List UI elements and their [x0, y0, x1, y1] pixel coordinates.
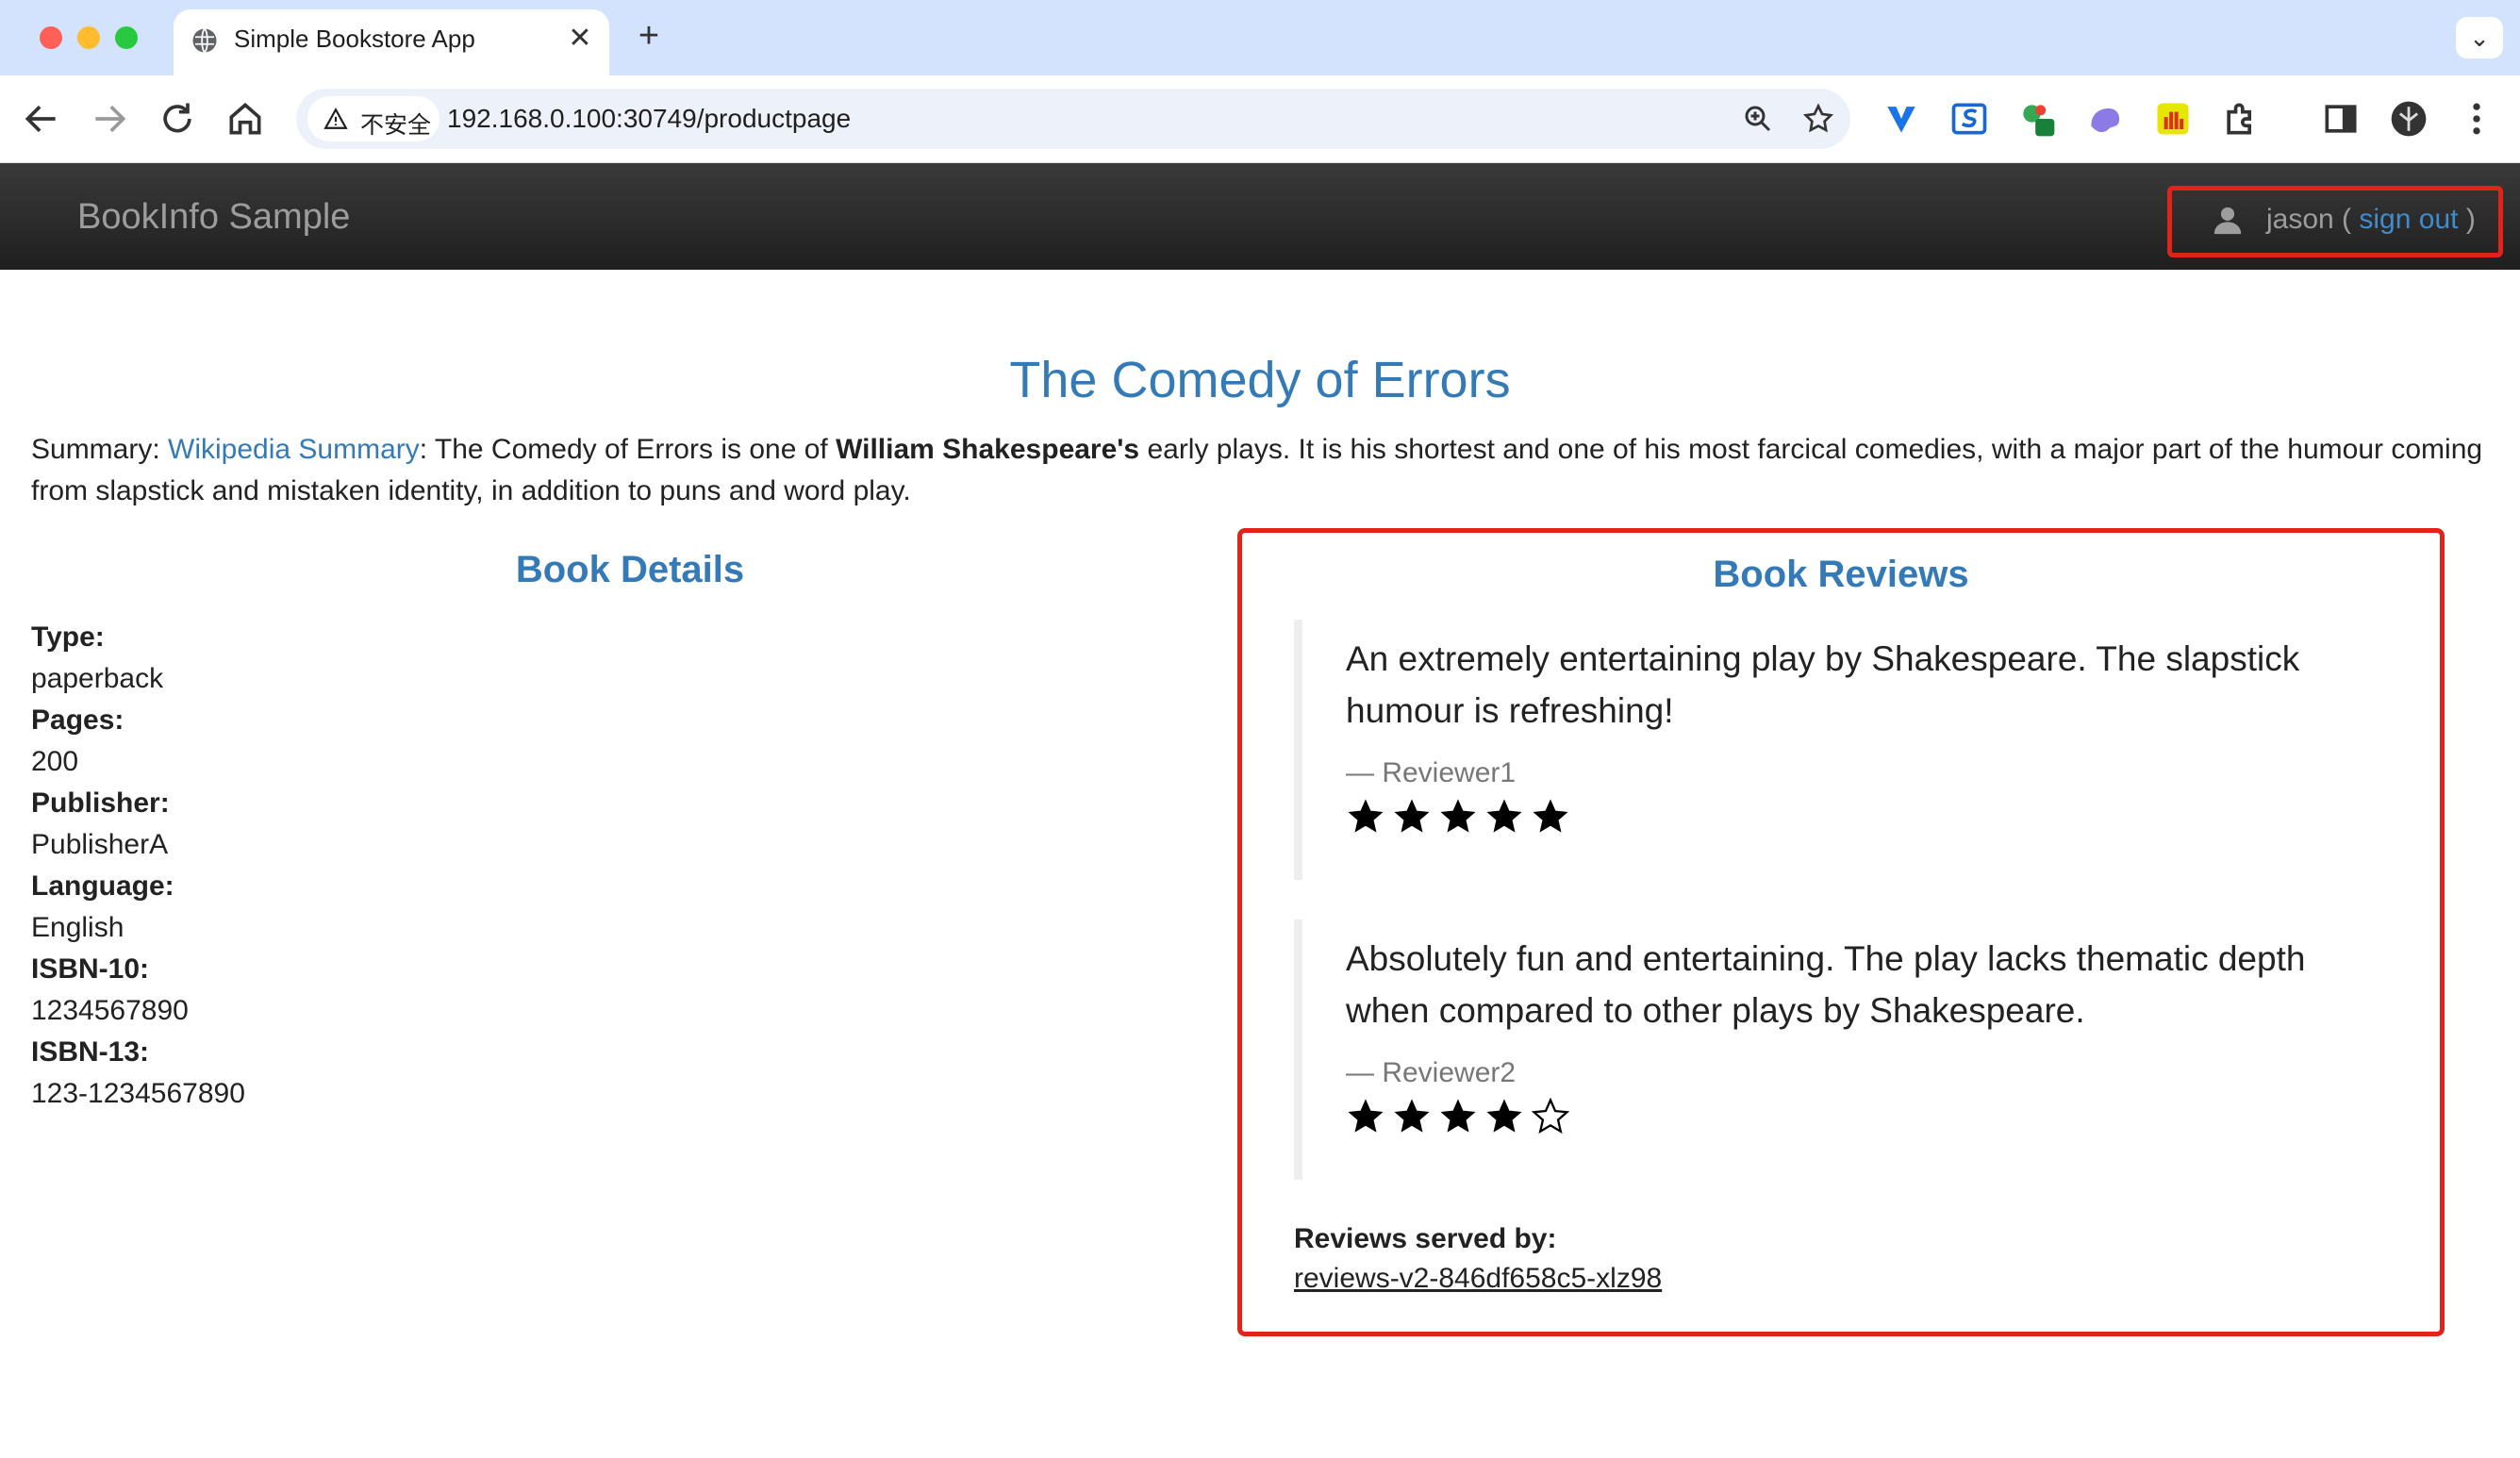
reviewer-name: — Reviewer2	[1346, 1057, 1517, 1088]
page-navbar: BookInfo Sample jason ( sign out )	[0, 163, 2520, 270]
book-details-list: Type: paperback Pages: 200 Publisher: Pu…	[31, 617, 245, 1115]
detail-label-publisher: Publisher:	[31, 787, 170, 819]
url-text[interactable]: 192.168.0.100:30749/productpage	[447, 104, 851, 134]
extension-s-icon[interactable]	[1948, 98, 1990, 140]
book-reviews-panel: Book Reviews An extremely entertaining p…	[1237, 528, 2445, 1336]
profile-avatar-icon[interactable]	[2388, 98, 2429, 140]
star-rating	[1346, 797, 2397, 842]
back-arrow-icon[interactable]	[21, 98, 62, 140]
book-summary: Summary: Wikipedia Summary: The Comedy o…	[31, 429, 2493, 512]
user-name: jason (	[2266, 204, 2352, 235]
extension-colorful-icon[interactable]	[2016, 98, 2058, 140]
tab-close-icon[interactable]: ✕	[564, 23, 596, 55]
extensions-puzzle-icon[interactable]	[2220, 98, 2262, 140]
star-rating	[1346, 1097, 2397, 1142]
detail-value-pages: 200	[31, 746, 79, 777]
review-item: An extremely entertaining play by Shakes…	[1294, 620, 2397, 880]
served-by-label: Reviews served by:	[1294, 1223, 1557, 1254]
browser-chrome: Simple Bookstore App ✕ + ⌄ 不安全 192.168.0…	[0, 0, 2520, 163]
detail-value-language: English	[31, 912, 124, 943]
bookmark-star-icon[interactable]	[1801, 102, 1835, 136]
detail-value-type: paperback	[31, 663, 164, 694]
user-session-box: jason ( sign out )	[2167, 186, 2503, 257]
user-info-close-paren: )	[2465, 204, 2476, 235]
tab-strip: Simple Bookstore App ✕ + ⌄	[0, 0, 2520, 75]
star-filled-icon	[1486, 1099, 1522, 1133]
review-text: Absolutely fun and entertaining. The pla…	[1346, 939, 2306, 1030]
user-info: jason ( sign out )	[2266, 204, 2476, 236]
sign-out-link[interactable]: sign out	[2359, 204, 2458, 235]
star-filled-icon	[1440, 799, 1476, 833]
reload-icon[interactable]	[157, 98, 198, 140]
star-filled-icon	[1394, 799, 1430, 833]
detail-label-type: Type:	[31, 621, 105, 653]
served-by-pod: reviews-v2-846df658c5-xlz98	[1294, 1263, 1663, 1294]
star-filled-icon	[1348, 799, 1384, 833]
summary-author: William Shakespeare's	[836, 434, 1140, 465]
extension-hand-icon[interactable]	[2152, 98, 2194, 140]
book-reviews-heading: Book Reviews	[1713, 554, 1969, 595]
globe-icon	[192, 27, 217, 54]
tab-simple-bookstore[interactable]: Simple Bookstore App ✕	[174, 9, 609, 75]
extension-ghost-icon[interactable]	[2084, 98, 2126, 140]
detail-label-isbn13: ISBN-13:	[31, 1036, 150, 1068]
review-item: Absolutely fun and entertaining. The pla…	[1294, 920, 2397, 1180]
warning-triangle-icon	[323, 108, 348, 129]
tab-title: Simple Bookstore App	[234, 25, 475, 53]
star-filled-icon	[1394, 1099, 1430, 1133]
review-text: An extremely entertaining play by Shakes…	[1346, 639, 2300, 730]
detail-value-isbn10: 1234567890	[31, 995, 189, 1026]
star-filled-icon	[1533, 799, 1568, 833]
page-title: The Comedy of Errors	[1009, 352, 1511, 408]
detail-label-pages: Pages:	[31, 704, 124, 736]
close-window-button[interactable]	[40, 26, 62, 49]
user-icon	[2213, 207, 2242, 235]
reviewer-name: — Reviewer1	[1346, 757, 1517, 788]
detail-value-isbn13: 123-1234567890	[31, 1078, 245, 1109]
star-empty-icon	[1531, 1097, 1570, 1135]
star-filled-icon	[1486, 799, 1522, 833]
brand-title[interactable]: BookInfo Sample	[77, 197, 350, 238]
browser-menu-icon[interactable]	[2456, 98, 2497, 140]
minimize-window-button[interactable]	[77, 26, 100, 49]
security-chip[interactable]: 不安全	[307, 96, 439, 141]
security-label: 不安全	[360, 111, 432, 139]
summary-label: Summary:	[31, 434, 169, 465]
book-details-heading: Book Details	[515, 549, 745, 590]
detail-label-language: Language:	[31, 870, 174, 902]
star-filled-icon	[1440, 1099, 1476, 1133]
detail-label-isbn10: ISBN-10:	[31, 953, 150, 985]
tab-search-chevron-icon[interactable]: ⌄	[2456, 17, 2503, 58]
side-panel-icon[interactable]	[2320, 98, 2362, 140]
browser-toolbar: 不安全 192.168.0.100:30749/productpage	[0, 75, 2520, 163]
detail-value-publisher: PublisherA	[31, 829, 169, 860]
home-icon[interactable]	[224, 98, 266, 140]
address-bar[interactable]: 不安全 192.168.0.100:30749/productpage	[296, 89, 1850, 149]
star-filled-icon	[1348, 1099, 1384, 1133]
new-tab-button[interactable]: +	[630, 17, 668, 55]
forward-arrow-icon[interactable]	[89, 98, 130, 140]
extension-v-icon[interactable]	[1881, 98, 1922, 140]
summary-text-1: : The Comedy of Errors is one of	[419, 434, 837, 465]
wikipedia-summary-link[interactable]: Wikipedia Summary	[168, 434, 420, 465]
zoom-icon[interactable]	[1741, 102, 1775, 136]
maximize-window-button[interactable]	[115, 26, 138, 49]
